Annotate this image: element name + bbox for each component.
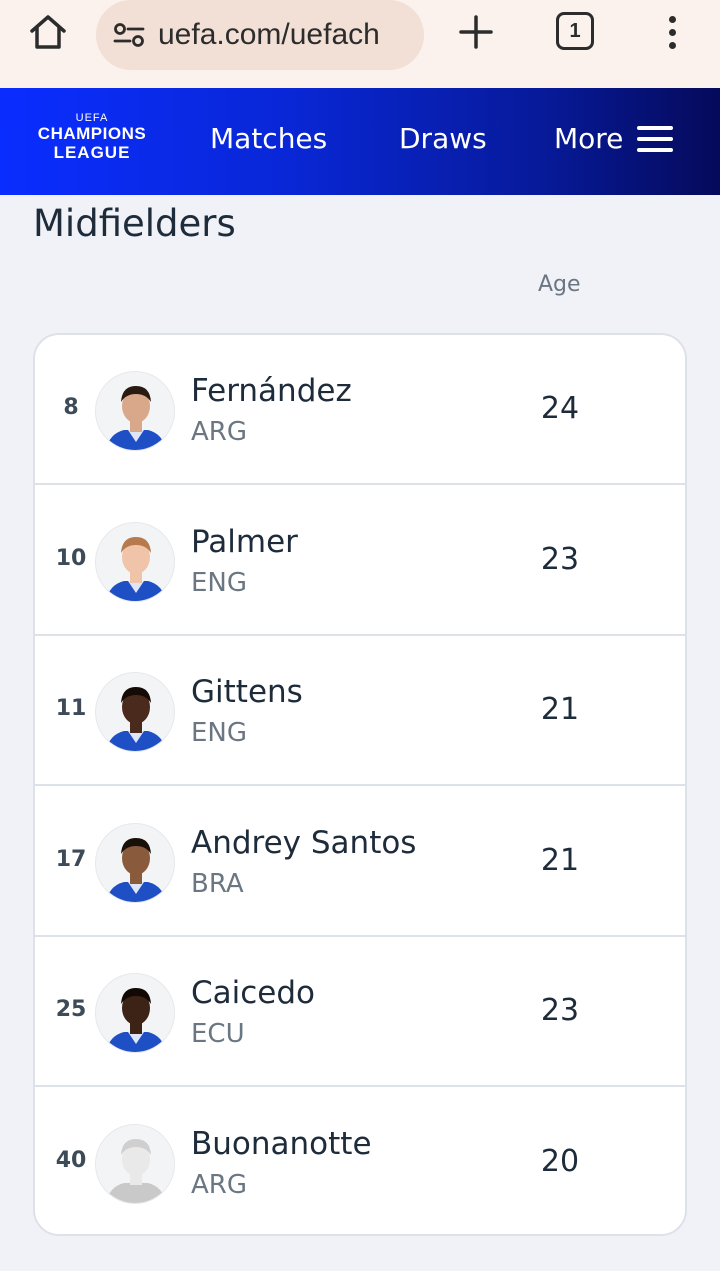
logo-line2: LEAGUE: [53, 143, 131, 162]
nav-item-draws[interactable]: Draws: [399, 122, 487, 155]
player-avatar: [95, 1123, 175, 1204]
player-age: 20: [540, 1143, 580, 1179]
tab-switcher-button[interactable]: 1: [556, 12, 594, 50]
player-name[interactable]: Andrey Santos: [191, 825, 416, 861]
player-nationality: BRA: [191, 868, 244, 899]
player-age: 21: [540, 692, 580, 727]
player-nationality: ENG: [191, 718, 248, 748]
player-row[interactable]: 17 Andrey Santos BRA 21: [35, 787, 685, 937]
player-age: 24: [540, 391, 580, 426]
player-avatar: [95, 371, 175, 451]
player-row[interactable]: 11 Gittens ENG 21: [35, 636, 685, 786]
player-nationality: ECU: [191, 1019, 245, 1049]
menu-icon: [637, 125, 674, 152]
logo-line1: CHAMPIONS: [37, 124, 147, 143]
champions-league-logo[interactable]: UEFA CHAMPIONS LEAGUE: [30, 112, 154, 172]
tab-count: 1: [569, 19, 581, 42]
player-avatar: [95, 521, 175, 602]
player-nationality: ARG: [191, 417, 247, 447]
nav-more-label: More: [554, 122, 624, 155]
player-name[interactable]: Caicedo: [191, 975, 315, 1011]
player-name[interactable]: Fernández: [191, 373, 352, 409]
site-navbar: UEFA CHAMPIONS LEAGUE Matches Draws More: [0, 88, 720, 195]
player-age: 21: [540, 842, 580, 878]
player-age: 23: [540, 541, 580, 577]
players-list: 8 Fernández ARG 24 10 Palmer ENG 23 11 Gittens ENG…: [33, 333, 687, 1236]
player-name[interactable]: Palmer: [191, 524, 298, 560]
age-column-header: Age: [538, 272, 581, 297]
player-age: 23: [540, 993, 580, 1028]
player-row[interactable]: 10 Palmer ENG 23: [35, 486, 685, 636]
player-avatar: [95, 973, 175, 1053]
site-settings-icon[interactable]: [112, 20, 146, 50]
nav-item-more[interactable]: More: [554, 122, 674, 155]
player-name[interactable]: Gittens: [191, 674, 303, 710]
player-nationality: ARG: [191, 1169, 247, 1200]
address-bar[interactable]: uefa.com/uefach: [96, 0, 424, 70]
url-text: uefa.com/uefach: [158, 18, 380, 51]
player-name[interactable]: Buonanotte: [191, 1126, 372, 1162]
player-avatar: [95, 672, 175, 752]
browser-toolbar: uefa.com/uefach 1: [0, 0, 720, 88]
player-row[interactable]: 40 Buonanotte ARG 20: [35, 1088, 685, 1235]
player-avatar: [95, 822, 175, 903]
home-icon[interactable]: [24, 10, 72, 54]
section-title: Midfielders: [33, 202, 236, 245]
player-nationality: ENG: [191, 567, 248, 598]
more-vert-icon[interactable]: [652, 10, 692, 54]
player-row[interactable]: 25 Caicedo ECU 23: [35, 937, 685, 1087]
nav-item-matches[interactable]: Matches: [210, 122, 327, 155]
logo-uefa: UEFA: [75, 112, 109, 124]
new-tab-icon[interactable]: [454, 10, 498, 54]
player-row[interactable]: 8 Fernández ARG 24: [35, 335, 685, 485]
